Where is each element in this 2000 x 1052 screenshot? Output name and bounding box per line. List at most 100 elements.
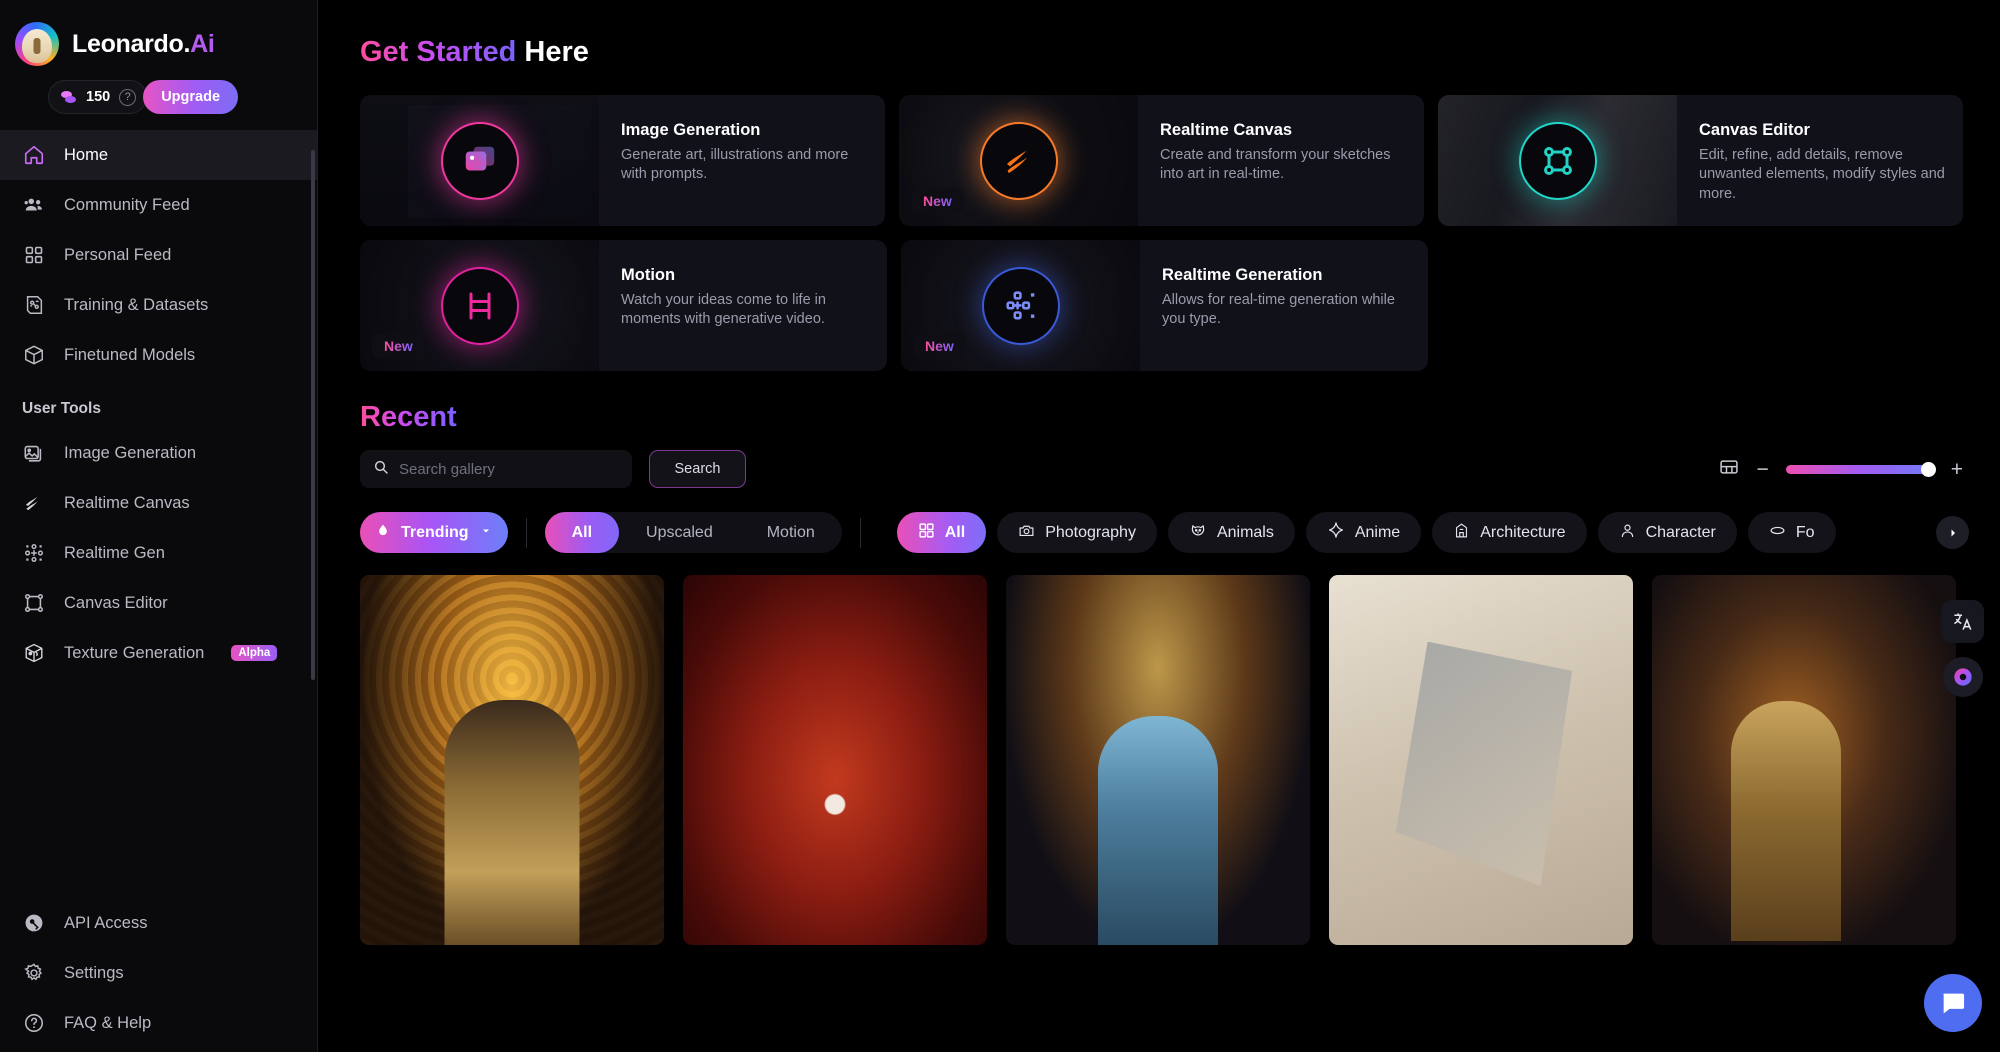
- card-realtime-canvas[interactable]: New Realtime Canvas Create and transform…: [899, 95, 1424, 226]
- home-icon: [22, 143, 46, 167]
- card-thumbnail: New: [360, 240, 599, 371]
- category-food[interactable]: Fo: [1747, 512, 1836, 553]
- sidebar-item-label: Realtime Canvas: [64, 493, 190, 512]
- page-title-rest: Here: [516, 36, 589, 68]
- gallery-item[interactable]: [1652, 575, 1956, 945]
- gallery-item[interactable]: [683, 575, 987, 945]
- gallery-view-controls: − +: [1719, 457, 1963, 482]
- category-all[interactable]: All: [896, 512, 987, 553]
- gallery-item[interactable]: [1006, 575, 1310, 945]
- sidebar-item-label: Home: [64, 145, 109, 164]
- sidebar-item-finetuned-models[interactable]: Finetuned Models: [0, 330, 317, 380]
- category-animals[interactable]: Animals: [1167, 512, 1295, 553]
- sidebar-item-realtime-gen[interactable]: Realtime Gen: [0, 528, 317, 578]
- cube-icon: [22, 343, 46, 367]
- category-filter-scroller[interactable]: All Photography Animals Anime Architectu…: [896, 512, 1963, 553]
- sidebar-section-label: User Tools: [22, 400, 101, 417]
- card-thumbnail: New: [901, 240, 1140, 371]
- camera-icon: [1018, 522, 1035, 544]
- brand[interactable]: Leonardo.Ai: [0, 0, 317, 66]
- card-body: Motion Watch your ideas come to life in …: [599, 240, 887, 371]
- sidebar-item-home[interactable]: Home: [0, 130, 317, 180]
- sidebar-item-api-access[interactable]: API Access: [0, 898, 317, 948]
- category-architecture[interactable]: Architecture: [1432, 512, 1587, 553]
- sidebar-scrollbar[interactable]: [311, 150, 315, 680]
- gallery-item[interactable]: [360, 575, 664, 945]
- brand-name: Leonardo.: [72, 29, 191, 58]
- upgrade-button[interactable]: Upgrade: [143, 80, 239, 114]
- category-anime[interactable]: Anime: [1305, 512, 1422, 553]
- image-stack-icon: [22, 441, 46, 465]
- type-filter-all[interactable]: All: [544, 512, 620, 553]
- card-description: Edit, refine, add details, remove unwant…: [1699, 147, 1945, 202]
- card-title: Realtime Canvas: [1160, 121, 1293, 139]
- filter-divider-2: [859, 517, 861, 548]
- new-badge: New: [911, 188, 964, 214]
- layout-grid-icon[interactable]: [1719, 457, 1739, 482]
- search-button[interactable]: Search: [649, 450, 746, 488]
- search-input[interactable]: [399, 460, 619, 478]
- card-thumbnail: [1438, 95, 1677, 226]
- sidebar-item-label: Personal Feed: [64, 245, 172, 264]
- page-title-accent: Get Started: [360, 36, 517, 68]
- card-canvas-editor[interactable]: Canvas Editor Edit, refine, add details,…: [1438, 95, 1963, 226]
- building-icon: [1453, 522, 1470, 544]
- search-box[interactable]: [360, 450, 632, 488]
- zoom-out-button[interactable]: −: [1756, 459, 1768, 480]
- community-icon: [22, 193, 46, 217]
- get-started-row-2: New Motion Watch your ideas come to life…: [360, 240, 1963, 371]
- canvas-editor-icon: [1520, 123, 1595, 198]
- zoom-slider[interactable]: [1785, 461, 1936, 477]
- sidebar-item-canvas-editor[interactable]: Canvas Editor: [0, 578, 317, 628]
- card-body: Image Generation Generate art, illustrat…: [599, 95, 885, 226]
- sidebar-item-label: Image Generation: [64, 443, 197, 462]
- recent-creations-title: Recent Creations: [360, 401, 2000, 434]
- sidebar-item-texture-generation[interactable]: Texture Generation Alpha: [0, 628, 317, 678]
- chevron-right-icon[interactable]: [1936, 516, 1969, 549]
- credits-pill[interactable]: 150 ?: [48, 80, 148, 114]
- sidebar-item-image-generation[interactable]: Image Generation: [0, 428, 317, 478]
- sidebar-item-personal-feed[interactable]: Personal Feed: [0, 230, 317, 280]
- category-label: Animals: [1216, 523, 1274, 541]
- card-image-generation[interactable]: Image Generation Generate art, illustrat…: [360, 95, 885, 226]
- assistant-orb-icon[interactable]: [1942, 657, 1983, 697]
- card-description: Allows for real-time generation while yo…: [1162, 292, 1395, 328]
- card-title: Image Generation: [621, 121, 761, 139]
- grid-icon: [918, 522, 935, 544]
- zoom-in-button[interactable]: +: [1951, 459, 1963, 480]
- type-filter-group: All Upscaled Motion: [544, 512, 842, 553]
- sidebar-item-faq-help[interactable]: FAQ & Help: [0, 998, 317, 1048]
- sort-label: Trending: [401, 523, 469, 541]
- new-badge: New: [913, 333, 966, 359]
- realtime-canvas-icon: [981, 123, 1056, 198]
- sidebar-item-label: Training & Datasets: [64, 295, 209, 314]
- category-photography[interactable]: Photography: [997, 512, 1157, 553]
- card-realtime-generation[interactable]: New Realtime Generation Allows for real-…: [901, 240, 1428, 371]
- gallery-toolbar: Search − +: [360, 450, 1963, 488]
- chat-bubble-icon[interactable]: [1924, 974, 1982, 1032]
- category-label: All: [944, 523, 966, 541]
- sort-trending-dropdown[interactable]: Trending: [360, 512, 508, 553]
- translate-icon[interactable]: [1941, 600, 1984, 643]
- card-motion[interactable]: New Motion Watch your ideas come to life…: [360, 240, 887, 371]
- type-filter-motion[interactable]: Motion: [740, 512, 842, 553]
- person-icon: [1619, 522, 1636, 544]
- question-mark-icon[interactable]: ?: [119, 88, 137, 106]
- get-started-cards: Image Generation Generate art, illustrat…: [360, 95, 1963, 371]
- category-character[interactable]: Character: [1597, 512, 1737, 553]
- zoom-slider-handle[interactable]: [1920, 461, 1936, 477]
- sidebar-item-community-feed[interactable]: Community Feed: [0, 180, 317, 230]
- sidebar-item-training-datasets[interactable]: Training & Datasets: [0, 280, 317, 330]
- sidebar-item-settings[interactable]: Settings: [0, 948, 317, 998]
- category-label: Fo: [1795, 523, 1815, 541]
- motion-icon: [442, 268, 517, 343]
- sidebar-item-realtime-canvas[interactable]: Realtime Canvas: [0, 478, 317, 528]
- type-filter-upscaled[interactable]: Upscaled: [619, 512, 740, 553]
- card-title: Canvas Editor: [1699, 121, 1810, 139]
- brand-title: Leonardo.Ai: [72, 30, 215, 59]
- texture-cube-icon: [22, 641, 46, 665]
- gallery-item[interactable]: [1329, 575, 1633, 945]
- nodes-icon: [22, 541, 46, 565]
- app-root: Leonardo.Ai 150 ? Upgrade Home Community…: [0, 0, 2000, 1052]
- flame-icon: [376, 522, 390, 544]
